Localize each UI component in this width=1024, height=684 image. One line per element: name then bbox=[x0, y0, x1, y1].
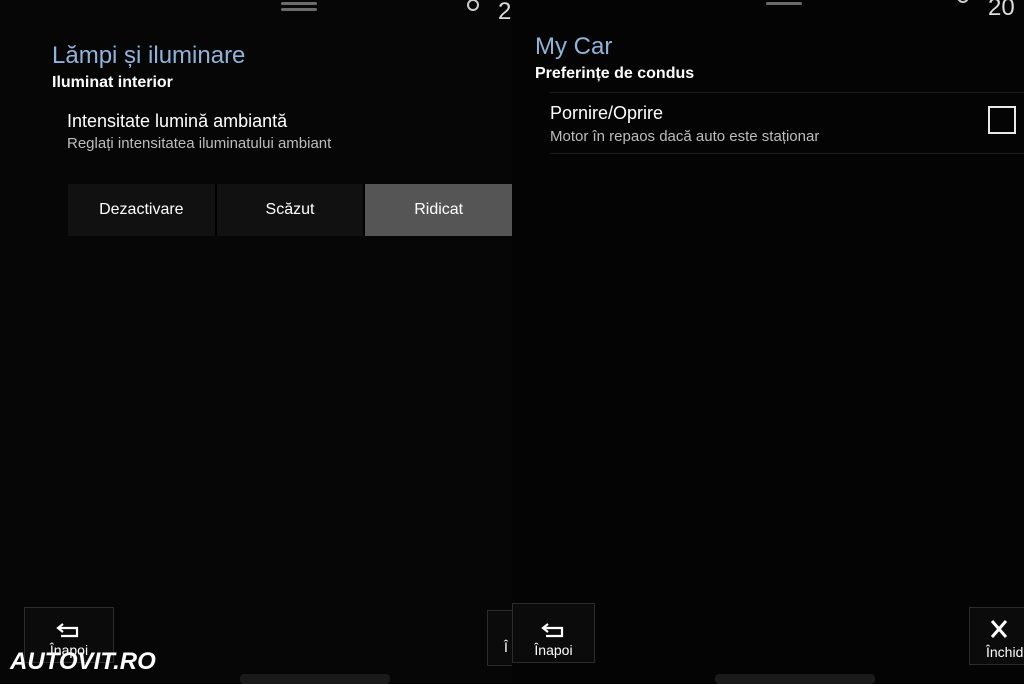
status-icon bbox=[466, 0, 480, 14]
clock-fragment: 2 bbox=[498, 0, 512, 25]
setting-title: Pornire/Oprire bbox=[550, 103, 664, 123]
divider bbox=[550, 92, 1024, 93]
drag-handle[interactable] bbox=[766, 0, 802, 6]
start-stop-checkbox[interactable] bbox=[988, 106, 1016, 134]
option-low-button[interactable]: Scăzut bbox=[216, 184, 366, 236]
setting-description: Motor în repaos dacă auto este staționar bbox=[550, 128, 820, 145]
clipped-button-label: Î bbox=[504, 639, 508, 655]
drag-handle[interactable] bbox=[281, 2, 317, 12]
section-subtitle: Preferințe de condus bbox=[535, 65, 695, 82]
clock-fragment: 20 bbox=[988, 0, 1015, 21]
page-title: Lămpi și iluminare bbox=[52, 42, 246, 69]
status-icon bbox=[956, 0, 970, 6]
close-button-label: Închid bbox=[986, 644, 1024, 660]
close-button[interactable]: Închid bbox=[969, 607, 1024, 665]
back-button-label: Înapoi bbox=[534, 642, 573, 658]
page-title: My Car bbox=[535, 33, 613, 60]
divider bbox=[550, 153, 1024, 154]
setting-description: Reglați intensitatea iluminatului ambian… bbox=[67, 135, 332, 152]
section-subtitle: Iluminat interior bbox=[52, 74, 173, 91]
option-high-button[interactable]: Ridicat bbox=[365, 184, 512, 236]
left-settings-panel: 2 Lămpi și iluminare Iluminat interior I… bbox=[0, 0, 512, 683]
watermark-logo: AUTOVIT.RO bbox=[10, 648, 156, 675]
ambient-intensity-selector: Dezactivare Scăzut Ridicat bbox=[68, 184, 512, 236]
back-arrow-icon bbox=[56, 623, 79, 638]
clipped-button[interactable]: Î bbox=[487, 610, 512, 666]
back-arrow-icon bbox=[540, 623, 563, 638]
back-button[interactable]: Înapoi bbox=[512, 603, 595, 663]
close-icon bbox=[990, 620, 1008, 638]
setting-title: Intensitate lumină ambiantă bbox=[67, 111, 288, 131]
right-settings-panel: 20 My Car Preferințe de condus Pornire/O… bbox=[512, 0, 1024, 683]
option-off-button[interactable]: Dezactivare bbox=[68, 184, 217, 236]
